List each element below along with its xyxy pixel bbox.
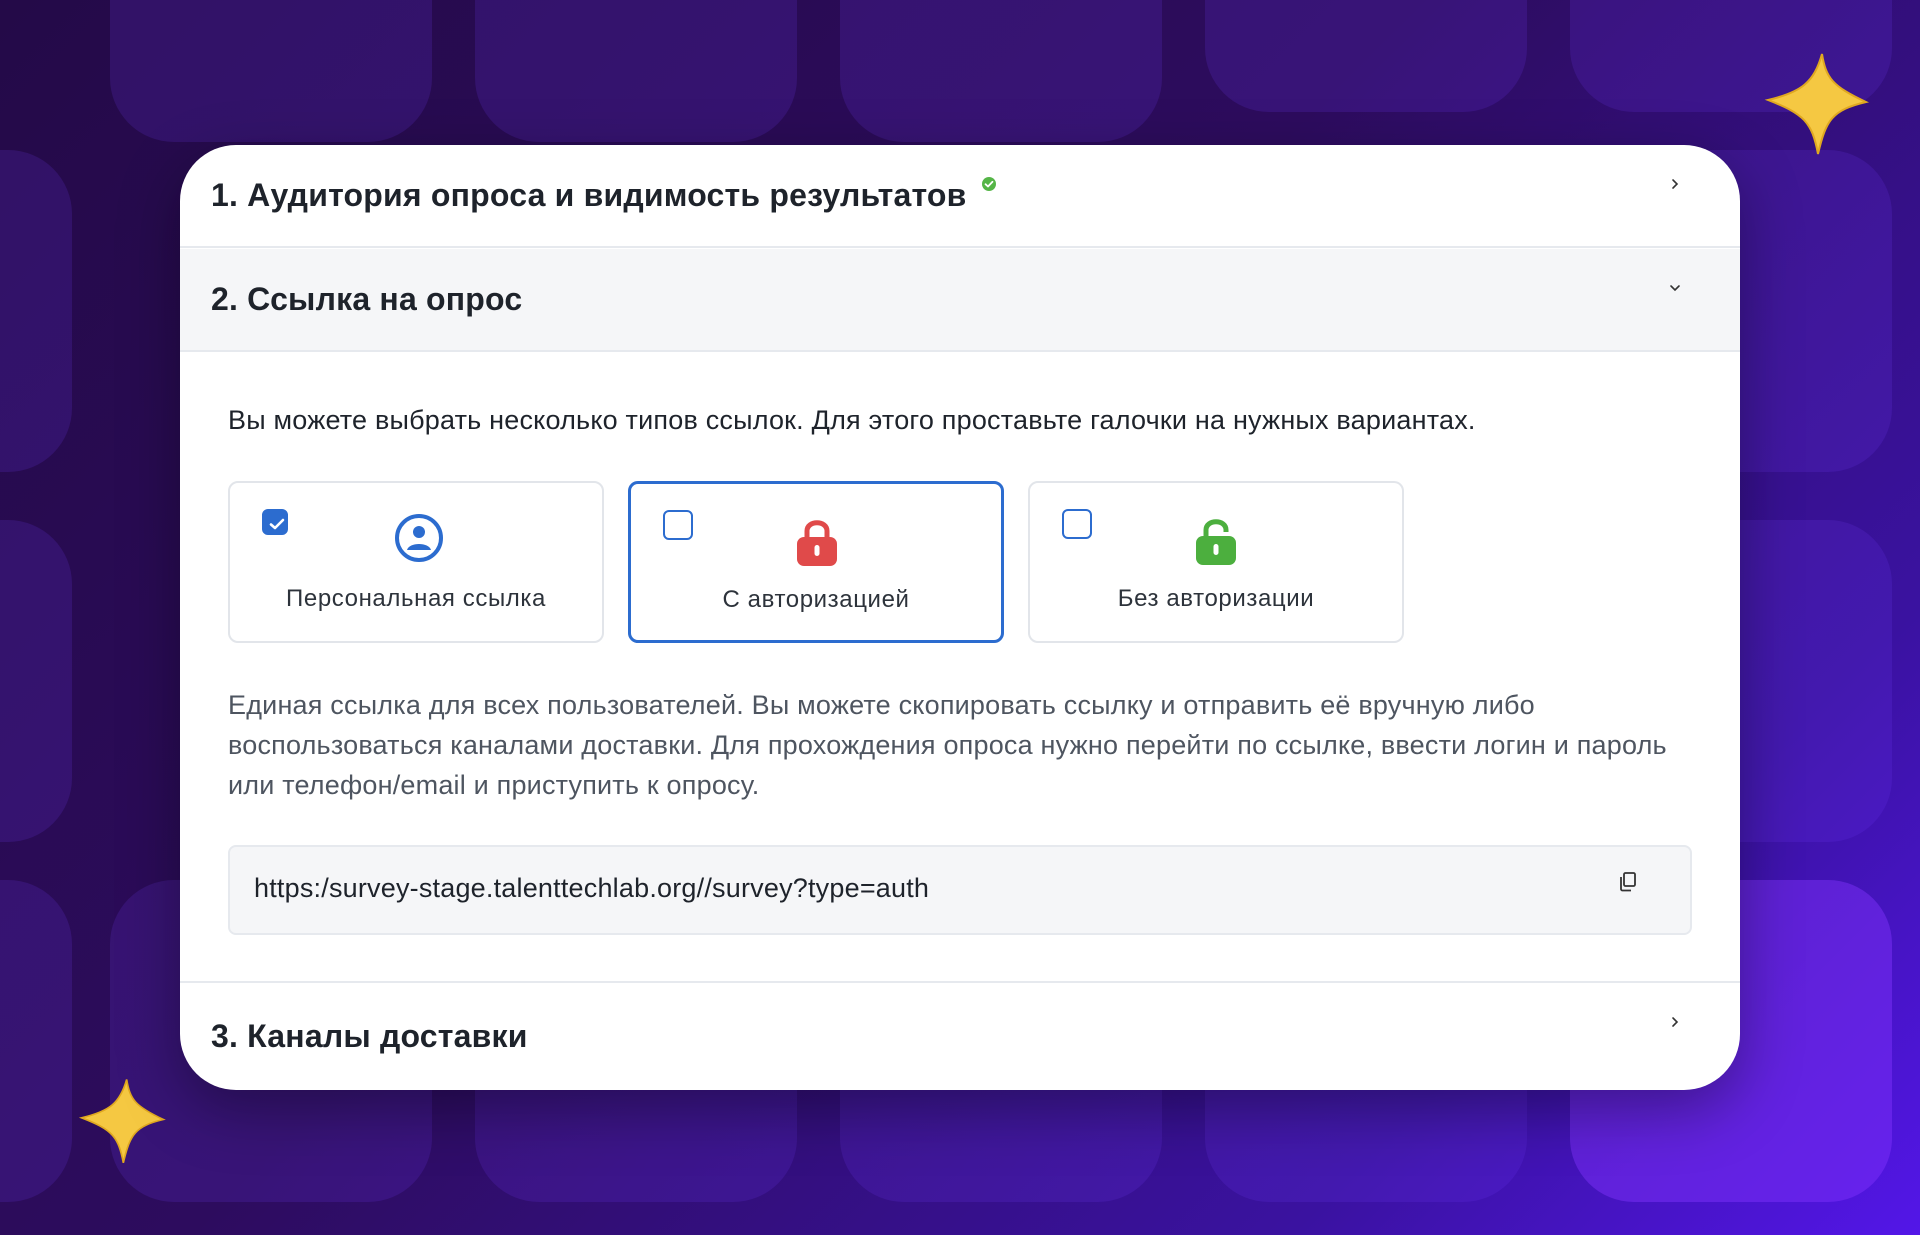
link-description: Единая ссылка для всех пользователей. Вы… <box>228 690 1667 800</box>
survey-url-field[interactable]: https:/survey-stage.talenttechlab.org//s… <box>228 845 1692 935</box>
survey-settings-card: 1. Аудитория опроса и видимость результа… <box>180 145 1740 1090</box>
checkbox-checked[interactable] <box>262 509 288 535</box>
checkbox-unchecked[interactable] <box>1062 509 1092 539</box>
section-title: 2. Ссылка на опрос <box>211 281 523 317</box>
survey-url[interactable]: https:/survey-stage.talenttechlab.org//s… <box>254 873 929 904</box>
star-decoration-icon <box>78 1079 166 1164</box>
section-link-header[interactable]: 2. Ссылка на опрос <box>180 249 1740 352</box>
option-label: С авторизацией <box>722 586 910 613</box>
link-option-auth[interactable]: С авторизацией <box>628 481 1004 643</box>
option-label: Без авторизации <box>1117 585 1315 612</box>
checkbox-unchecked[interactable] <box>663 510 693 540</box>
lock-icon <box>797 520 837 566</box>
section-audience-header[interactable]: 1. Аудитория опроса и видимость результа… <box>180 145 1740 248</box>
unlock-icon <box>1196 519 1236 565</box>
chevron-right-icon[interactable] <box>1668 1015 1682 1029</box>
chevron-down-icon[interactable] <box>1668 281 1682 295</box>
link-type-hint: Вы можете выбрать несколько типов ссылок… <box>228 405 1476 435</box>
option-label: Персональная ссылка <box>286 585 546 612</box>
section-title: 3. Каналы доставки <box>211 1018 528 1054</box>
copy-icon[interactable] <box>1618 871 1638 893</box>
link-option-personal[interactable]: Персональная ссылка <box>228 481 604 643</box>
person-circle-icon <box>395 514 443 562</box>
chevron-right-icon[interactable] <box>1668 177 1682 191</box>
star-decoration-icon <box>1764 53 1870 155</box>
section-delivery-header[interactable]: 3. Каналы доставки <box>180 981 1740 1090</box>
section-title: 1. Аудитория опроса и видимость результа… <box>211 177 967 213</box>
check-circle-icon <box>982 177 996 191</box>
link-option-no-auth[interactable]: Без авторизации <box>1028 481 1404 643</box>
